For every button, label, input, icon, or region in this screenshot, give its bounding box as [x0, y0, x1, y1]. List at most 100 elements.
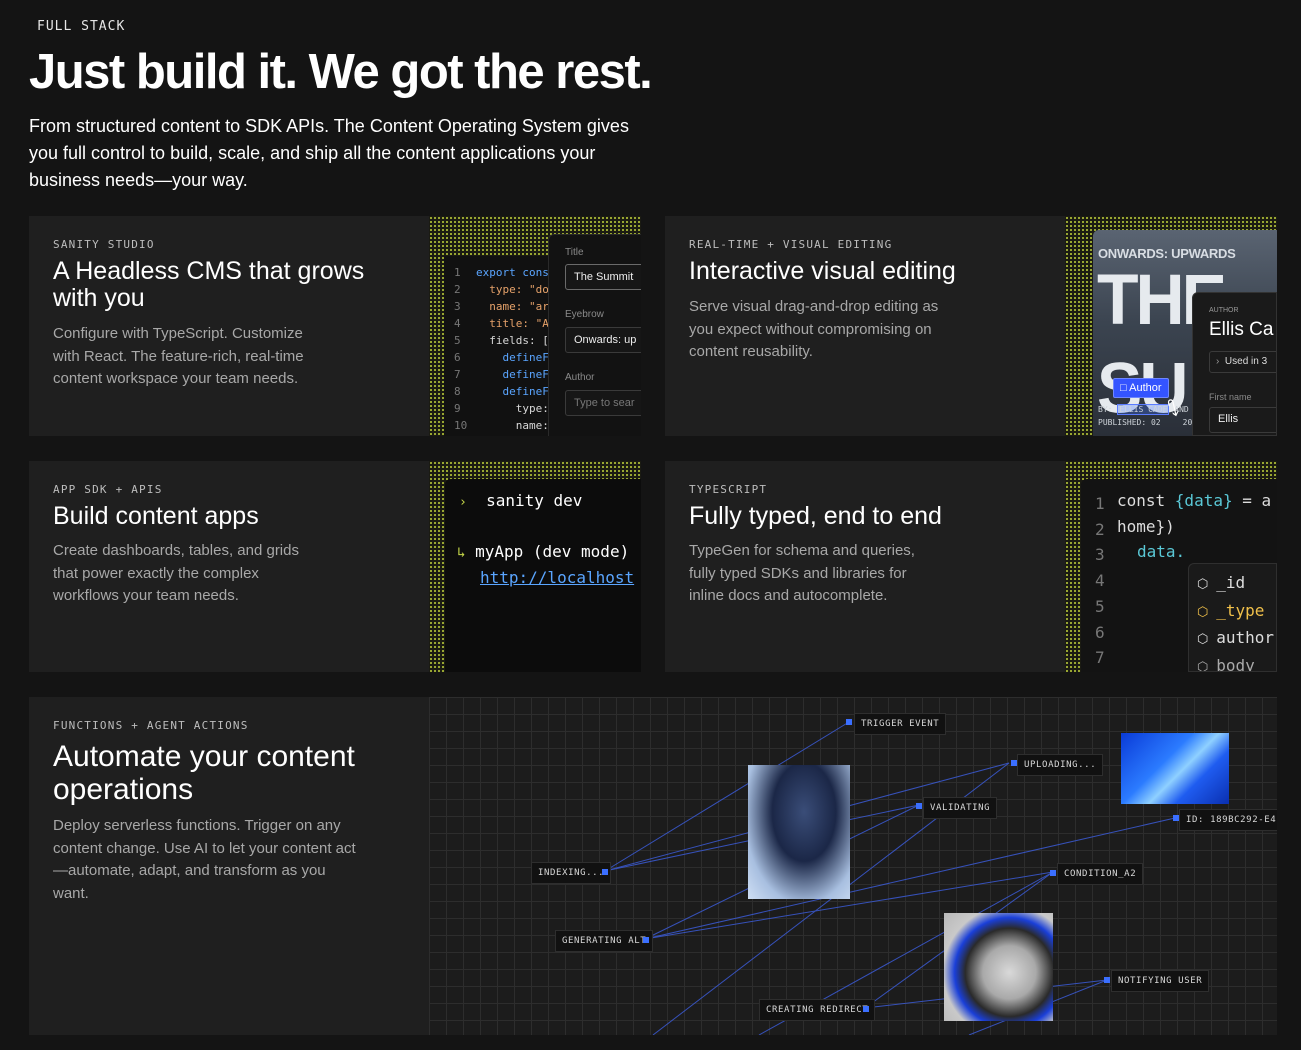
document-icon: □	[1120, 382, 1127, 394]
card-title: Fully typed, end to end	[689, 502, 942, 530]
code-line: 7 defineF	[454, 366, 554, 383]
byline-prefix: BY:	[1098, 405, 1113, 414]
code-line: 10 name:	[454, 417, 554, 434]
code-line: 5 fields: [	[454, 332, 554, 349]
studio-form-panel: Title The Summit Eyebrow Onwards: up Aut…	[548, 234, 641, 436]
eyebrow-field-label: Eyebrow	[565, 309, 604, 320]
card-title: A Headless CMS that grows with you	[53, 257, 365, 312]
autocomplete-label: body	[1216, 656, 1255, 672]
code-assign: = a	[1232, 491, 1272, 510]
first-name-label: First name	[1209, 392, 1252, 402]
cube-icon: ⬡	[1197, 660, 1217, 672]
first-name-input[interactable]: Ellis	[1209, 407, 1276, 433]
code-line: 8 defineF	[454, 383, 554, 400]
tag-indexing: INDEXING...	[531, 862, 612, 884]
line-number: 5	[1095, 596, 1105, 616]
card-description: Serve visual drag-and-drop editing as yo…	[689, 298, 939, 360]
autocomplete-label: _type	[1216, 600, 1265, 620]
code-text: name:	[476, 419, 549, 432]
autocomplete-item[interactable]: ⬡ author	[1189, 625, 1276, 653]
code-editor-panel: 1 export cons 2 type: "do 3 name: "ar 4 titl…	[444, 256, 554, 436]
card-sanity-studio[interactable]: SANITY STUDIO A Headless CMS that grows …	[29, 216, 641, 436]
card-app-sdk[interactable]: APP SDK + APIS Build content apps Create…	[29, 461, 641, 672]
card-title: Interactive visual editing	[689, 257, 956, 285]
cube-icon: ⬡	[1197, 577, 1217, 592]
code-paren: )	[1165, 517, 1175, 536]
line-number: 4	[1095, 571, 1105, 591]
node-marker	[1050, 870, 1056, 876]
line-number: 7	[1095, 648, 1105, 668]
card-functions[interactable]: FUNCTIONS + AGENT ACTIONS Automate your …	[29, 697, 1277, 1035]
node-marker	[1104, 977, 1110, 983]
portrait-image	[748, 765, 850, 899]
author-popup-panel: AUTHOR Ellis Ca › Used in 3 First name E…	[1192, 292, 1277, 436]
code-line: 1 export cons	[454, 264, 554, 281]
line-number: 1	[454, 266, 461, 279]
card-kicker: TYPESCRIPT	[689, 483, 768, 496]
autocomplete-item[interactable]: ⬡ _id	[1189, 570, 1276, 598]
used-in-toggle[interactable]: › Used in 3	[1209, 351, 1276, 373]
glass-sphere-image	[944, 913, 1053, 1021]
published-label: PUBLISHED: 02	[1098, 418, 1161, 427]
line-number: 2	[1095, 519, 1105, 539]
line-number: 5	[454, 334, 461, 347]
popup-label: AUTHOR	[1209, 307, 1239, 314]
code-text: defineF	[476, 368, 549, 381]
line-number: 7	[454, 368, 461, 381]
code-line: 9 type:	[454, 400, 554, 417]
node-marker	[643, 937, 649, 943]
line-number: 3	[454, 300, 461, 313]
code-text: home}	[1117, 517, 1166, 536]
card-description: TypeGen for schema and queries, fully ty…	[689, 542, 915, 604]
autocomplete-label: _id	[1216, 573, 1246, 592]
chevron-right-icon: ›	[1216, 356, 1220, 367]
tag-trigger-event: TRIGGER EVENT	[854, 713, 947, 735]
cube-icon: ⬡	[1197, 632, 1217, 648]
code-text: export cons	[476, 266, 549, 279]
code-text: defineF	[476, 351, 549, 364]
code-line-1: const {data} = a	[1117, 491, 1271, 510]
title-input[interactable]: The Summit	[565, 264, 641, 290]
card-description: Configure with TypeScript. Customize wit…	[53, 325, 304, 387]
output-text: myApp (dev mode)	[475, 542, 630, 561]
node-marker	[916, 803, 922, 809]
cursor-icon: ⭛	[1167, 396, 1180, 421]
node-marker	[863, 1006, 869, 1012]
code-line: 6 defineF	[454, 349, 554, 366]
workflow-grid: TRIGGER EVENT UPLOADING... VALIDATING ID…	[429, 697, 1277, 1035]
eyebrow-input[interactable]: Onwards: up	[565, 327, 641, 353]
author-search-input[interactable]: Type to sear	[565, 390, 641, 416]
code-text: fields: [	[476, 334, 549, 347]
page-title: Just build it. We got the rest.	[29, 45, 653, 99]
author-overlay-button[interactable]: □ Author	[1113, 378, 1169, 398]
section-eyebrow: FULL STACK	[37, 19, 126, 34]
section-lede: From structured content to SDK APIs. The…	[29, 116, 629, 190]
ts-editor-panel: 1 2 3 4 5 6 7 const {data} = a home}) data. ⬡ …	[1081, 479, 1277, 672]
localhost-link[interactable]: http://localhost	[480, 568, 634, 587]
autocomplete-item[interactable]: ⬡ body	[1189, 653, 1276, 672]
line-number: 2	[454, 283, 461, 296]
line-number: 6	[454, 351, 461, 364]
line-number: 3	[1095, 545, 1105, 565]
line-number: 10	[454, 419, 468, 432]
command-text: sanity dev	[486, 491, 583, 510]
published-tail: 20	[1182, 418, 1193, 427]
line-number: 8	[454, 385, 461, 398]
card-description: Deploy serverless functions. Trigger on …	[53, 817, 356, 902]
code-line: 3 name: "ar	[454, 298, 554, 315]
author-field-label: Author	[565, 372, 595, 383]
line-number: 1	[1095, 494, 1105, 513]
author-button-label: Author	[1129, 382, 1162, 394]
autocomplete-item[interactable]: ⬡ _type	[1189, 598, 1276, 626]
tag-uploading: UPLOADING...	[1017, 754, 1104, 776]
tag-validating: VALIDATING	[923, 797, 998, 819]
terminal-command: › sanity dev	[459, 491, 582, 510]
card-kicker: REAL-TIME + VISUAL EDITING	[689, 238, 893, 251]
card-visual-editing[interactable]: REAL-TIME + VISUAL EDITING Interactive v…	[665, 216, 1277, 436]
code-keyword: const	[1117, 491, 1175, 510]
card-description: Create dashboards, tables, and grids tha…	[53, 542, 299, 604]
tag-generating-alt: GENERATING ALT	[555, 930, 654, 952]
card-typescript[interactable]: TYPESCRIPT Fully typed, end to end TypeG…	[665, 461, 1277, 672]
node-marker	[846, 719, 852, 725]
byline-author-name[interactable]: ELLIS CADE	[1117, 404, 1170, 415]
